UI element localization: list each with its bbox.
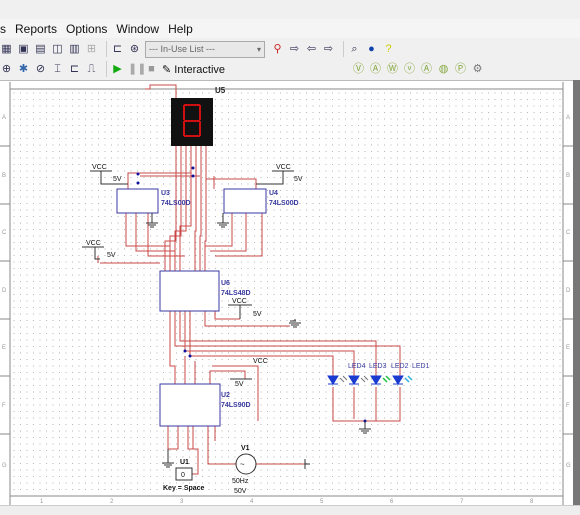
run-icon[interactable]: ▶ — [111, 63, 124, 76]
globe-icon[interactable]: ● — [365, 43, 378, 56]
svg-text:U2: U2 — [221, 392, 230, 399]
back-annotate-icon[interactable]: ⇦ — [305, 43, 318, 56]
separator — [106, 61, 107, 77]
separator — [343, 41, 344, 57]
svg-text:G: G — [2, 463, 7, 469]
svg-text:74LS48D: 74LS48D — [221, 290, 251, 297]
menu-bar: s Reports Options Window Help — [0, 19, 580, 38]
menu-help[interactable]: Help — [168, 22, 193, 36]
grapher-icon[interactable]: ▣ — [17, 43, 30, 56]
reference-icon[interactable]: Ⓟ — [454, 63, 467, 76]
ammeter-probe-icon[interactable]: Ⓐ — [369, 63, 382, 76]
step-icon[interactable]: ⎍ — [85, 63, 98, 76]
toolbar-main: ▦ ▣ ▤ ◫ ▥ ⊞ ⊏ ⊛ --- In-Use List --- ▾ ⚲ ⇨… — [0, 39, 399, 59]
scrollbar-edge — [573, 80, 580, 505]
description-icon[interactable]: ▥ — [68, 43, 81, 56]
svg-text:D: D — [566, 288, 571, 294]
svg-text:U6: U6 — [221, 280, 230, 287]
differential-probe-icon[interactable]: ⓥ — [403, 63, 416, 76]
svg-text:U4: U4 — [269, 190, 278, 197]
svg-text:~: ~ — [240, 460, 245, 469]
menu-window[interactable]: Window — [116, 22, 159, 36]
svg-text:E: E — [2, 345, 6, 351]
in-use-list-dropdown[interactable]: --- In-Use List --- ▾ — [145, 40, 265, 58]
u5-label: U5 — [215, 86, 226, 95]
svg-text:5V: 5V — [235, 381, 244, 388]
find-examples-icon[interactable]: ⌕ — [348, 43, 361, 56]
voltage-probe-icon[interactable]: Ⓥ — [352, 63, 365, 76]
settings-icon[interactable]: ⚙ — [471, 63, 484, 76]
svg-text:U3: U3 — [161, 190, 170, 197]
probe-icon[interactable]: ⊕ — [0, 63, 13, 76]
separator — [106, 41, 107, 57]
svg-text:74LS90D: 74LS90D — [221, 402, 251, 409]
svg-text:B: B — [2, 173, 6, 179]
interactive-mode-button[interactable]: ✎ Interactive — [162, 63, 282, 76]
database-icon[interactable]: ▤ — [34, 43, 47, 56]
power-probe-icon[interactable]: Ⓦ — [386, 63, 399, 76]
svg-text:C: C — [566, 230, 571, 236]
pause-icon[interactable]: ❚❚ — [128, 63, 146, 76]
svg-text:LED2: LED2 — [391, 363, 409, 370]
svg-text:50V: 50V — [234, 488, 247, 495]
transfer-icon[interactable]: ⇨ — [288, 43, 301, 56]
svg-text:5V: 5V — [253, 311, 262, 318]
forward-annotate-icon[interactable]: ⇨ — [322, 43, 335, 56]
svg-text:74LS00D: 74LS00D — [161, 200, 191, 207]
chevron-down-icon: ▾ — [256, 44, 261, 54]
current-probe-icon[interactable]: ⊘ — [34, 63, 47, 76]
svg-text:VCC: VCC — [86, 240, 101, 247]
spreadsheet-icon[interactable]: ▦ — [0, 43, 13, 56]
svg-text:VCC: VCC — [253, 358, 268, 365]
svg-text:LED1: LED1 — [412, 363, 430, 370]
toolbar-simulation: ⊕ ✱ ⊘ ⌶ ⊏ ⎍ ▶ ❚❚ ■ ✎ Interactive Ⓥ Ⓐ Ⓦ ⓥ… — [0, 59, 488, 79]
svg-text:0: 0 — [181, 472, 185, 479]
hierarchy-icon[interactable]: ⊞ — [85, 43, 98, 56]
svg-text:C: C — [2, 230, 7, 236]
schematic: ABCDEFG ABCDEFG 12345678 U5 U3 74LS00D U… — [0, 82, 573, 506]
svg-text:V1: V1 — [241, 445, 250, 452]
svg-text:B: B — [566, 173, 570, 179]
svg-text:VCC: VCC — [232, 298, 247, 305]
menu-options[interactable]: Options — [66, 22, 107, 36]
place-component-icon[interactable]: ⊛ — [128, 43, 141, 56]
svg-text:50Hz: 50Hz — [232, 478, 249, 485]
svg-text:74LS00D: 74LS00D — [269, 200, 299, 207]
reference-probe-icon[interactable]: ⌶ — [51, 63, 64, 76]
svg-text:LED3: LED3 — [369, 363, 387, 370]
svg-text:A: A — [566, 115, 570, 121]
digital-probe-icon[interactable]: ◍ — [437, 63, 450, 76]
schematic-canvas[interactable]: ABCDEFG ABCDEFG 12345678 U5 U3 74LS00D U… — [0, 80, 574, 506]
erc-icon[interactable]: ⚲ — [271, 43, 284, 56]
svg-text:VCC: VCC — [92, 164, 107, 171]
svg-text:D: D — [2, 288, 7, 294]
svg-text:5V: 5V — [294, 176, 303, 183]
svg-text:5V: 5V — [107, 252, 116, 259]
menu-reports[interactable]: Reports — [15, 22, 57, 36]
svg-text:A: A — [2, 115, 6, 121]
horizontal-scrollbar[interactable] — [0, 505, 580, 515]
component-icon[interactable]: ◫ — [51, 43, 64, 56]
stop-icon[interactable]: ■ — [145, 63, 158, 76]
svg-text:E: E — [566, 345, 570, 351]
place-bus-icon[interactable]: ⊏ — [111, 43, 124, 56]
svg-text:LED4: LED4 — [348, 363, 366, 370]
svg-text:U1: U1 — [180, 459, 189, 466]
logic-analyzer-icon[interactable]: ⊏ — [68, 63, 81, 76]
svg-text:VCC: VCC — [276, 164, 291, 171]
pin-icon[interactable]: ✱ — [17, 63, 30, 76]
svg-text:F: F — [566, 403, 570, 409]
svg-text:5V: 5V — [113, 176, 122, 183]
svg-text:F: F — [2, 403, 6, 409]
grid — [10, 89, 563, 496]
voltage-current-probe-icon[interactable]: Ⓐ — [420, 63, 433, 76]
svg-text:Key = Space: Key = Space — [163, 485, 205, 492]
menu-tools[interactable]: s — [0, 22, 6, 36]
help-icon[interactable]: ? — [382, 43, 395, 56]
svg-text:G: G — [566, 463, 571, 469]
